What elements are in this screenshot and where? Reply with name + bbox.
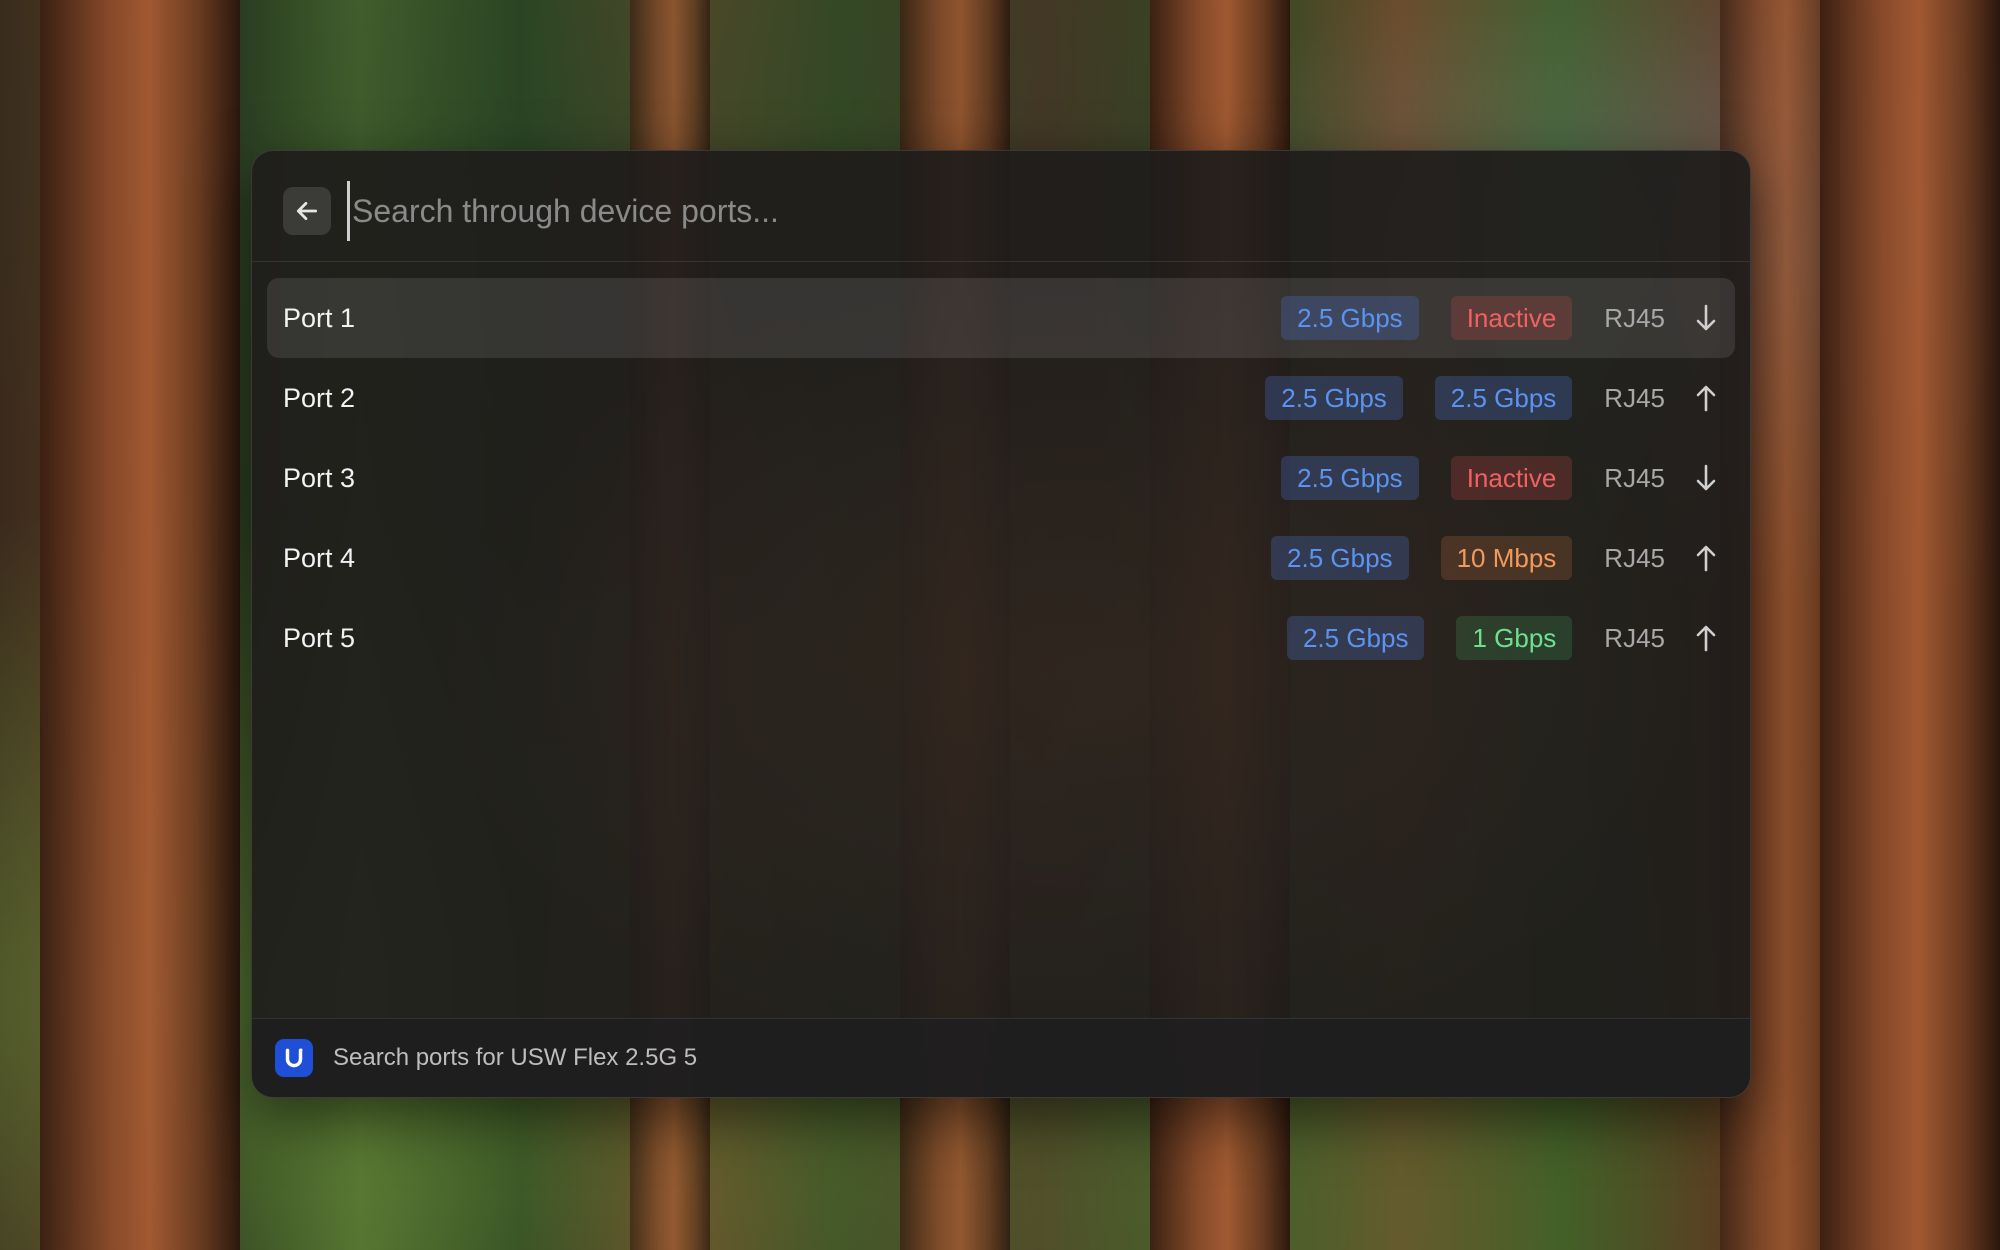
arrow-up-icon [1695,624,1717,652]
port-type-label: RJ45 [1604,462,1665,493]
port-accessories: 2.5 Gbps Inactive RJ45 [1249,278,1717,358]
capability-tag: 2.5 Gbps [1281,296,1419,340]
ubiquiti-logo-icon [275,1039,313,1077]
port-row[interactable]: Port 3 2.5 Gbps Inactive RJ45 [267,438,1735,518]
port-name: Port 4 [283,542,356,573]
capability-tag: 2.5 Gbps [1281,456,1419,500]
status-tag: Inactive [1450,456,1573,500]
arrow-down-icon [1695,304,1717,332]
arrow-up-icon [1695,544,1717,572]
port-type-label: RJ45 [1604,382,1665,413]
port-name: Port 1 [283,302,356,333]
status-tag: Inactive [1450,296,1573,340]
port-name: Port 5 [283,622,356,653]
port-row[interactable]: Port 2 2.5 Gbps 2.5 Gbps RJ45 [267,358,1735,438]
arrow-down-icon [1695,464,1717,492]
port-type-label: RJ45 [1604,302,1665,333]
back-button[interactable] [283,187,331,235]
port-search-window: Port 1 2.5 Gbps Inactive RJ45 Port 2 2.5 Gbps… [251,150,1751,1098]
port-row[interactable]: Port 1 2.5 Gbps Inactive RJ45 [267,278,1735,358]
port-list: Port 1 2.5 Gbps Inactive RJ45 Port 2 2.5 Gbps… [267,278,1735,678]
search-bar [252,151,1750,262]
status-tag: 1 Gbps [1456,616,1573,660]
status-tag: 2.5 Gbps [1434,376,1573,420]
port-name: Port 2 [283,382,356,413]
port-accessories: 2.5 Gbps 1 Gbps RJ45 [1255,598,1717,678]
capability-tag: 2.5 Gbps [1265,376,1403,420]
port-accessories: 2.5 Gbps Inactive RJ45 [1249,438,1717,518]
port-accessories: 2.5 Gbps 10 Mbps RJ45 [1239,518,1717,598]
arrow-left-icon [294,198,320,224]
status-tag: 10 Mbps [1440,536,1573,580]
footer: Search ports for USW Flex 2.5G 5 [252,1018,1750,1097]
port-row[interactable]: Port 5 2.5 Gbps 1 Gbps RJ45 [267,598,1735,678]
port-accessories: 2.5 Gbps 2.5 Gbps RJ45 [1233,358,1717,438]
search-input[interactable] [347,181,1702,241]
capability-tag: 2.5 Gbps [1271,536,1409,580]
port-name: Port 3 [283,462,356,493]
arrow-up-icon [1695,384,1717,412]
port-type-label: RJ45 [1604,542,1665,573]
port-row[interactable]: Port 4 2.5 Gbps 10 Mbps RJ45 [267,518,1735,598]
capability-tag: 2.5 Gbps [1286,616,1425,660]
port-type-label: RJ45 [1604,622,1665,653]
footer-title: Search ports for USW Flex 2.5G 5 [333,1044,698,1071]
